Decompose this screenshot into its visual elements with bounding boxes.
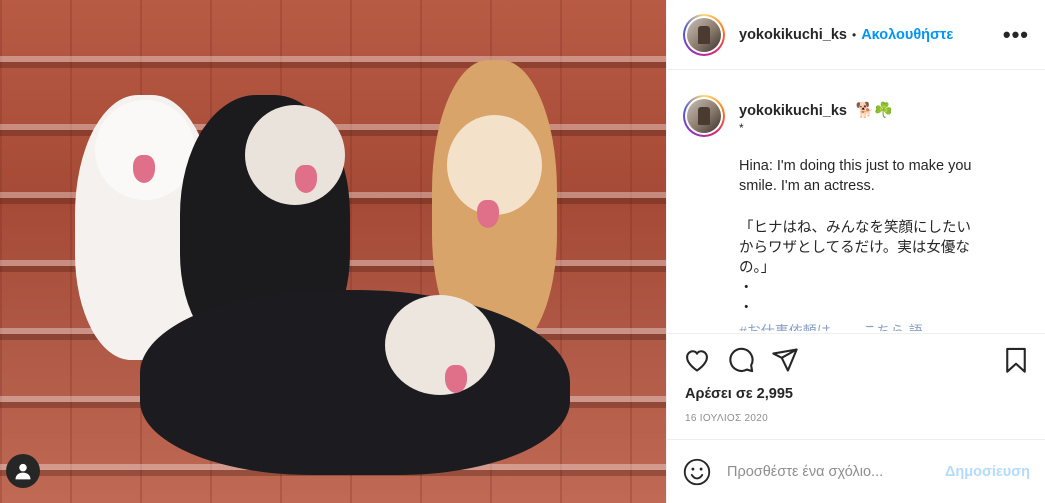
black-shiba-dog-lying (140, 290, 570, 475)
tagged-users-button[interactable] (6, 454, 40, 488)
author-username[interactable]: yokokikuchi_ks (739, 27, 847, 43)
bookmark-icon (1006, 347, 1026, 373)
save-button[interactable] (1002, 346, 1030, 374)
avatar-inner (685, 97, 723, 135)
caption-line: smile. I'm an actress. (739, 178, 875, 194)
emoji-button[interactable] (683, 458, 711, 486)
avatar-image (687, 17, 721, 52)
white-dog-face (95, 100, 195, 200)
avatar-image (687, 99, 721, 133)
heart-icon (686, 350, 708, 372)
caption-author-avatar[interactable] (683, 95, 725, 137)
caption-star: * (739, 121, 744, 135)
caption-hashtags[interactable]: #お仕事依頼は…… こちら 語 (739, 323, 1029, 331)
caption-area: yokokikuchi_ks 🐕☘️ * Hina: I'm doing thi… (667, 70, 1045, 332)
like-button[interactable] (683, 346, 711, 374)
share-button[interactable] (771, 346, 799, 374)
action-bar (667, 334, 1045, 386)
post-actions-section: Αρέσει σε 2,995 16 ΙΟΥΛΙΟΣ 2020 (667, 333, 1045, 424)
caption-line: Hina: I'm doing this just to make you (739, 158, 972, 174)
black-dog-face (245, 105, 345, 205)
comment-input[interactable] (727, 463, 945, 480)
post-container: yokokikuchi_ks • Ακολουθήστε ••• yokokik… (0, 0, 1045, 503)
comment-box: Δημοσίευση (667, 439, 1045, 503)
caption-line: からワザとしてるだけ。実は女優な (739, 240, 970, 256)
author-avatar[interactable] (683, 13, 725, 56)
caption-line: 「ヒナはね、みんなを笑顔にしたい (739, 220, 971, 236)
post-comment-button[interactable]: Δημοσίευση (945, 464, 1030, 480)
caption-japanese: 「ヒナはね、みんなを笑顔にしたい からワザとしてるだけ。実は女優な の。」 ・ … (739, 218, 1029, 318)
white-dog-mouth (133, 155, 155, 183)
share-icon (772, 348, 798, 372)
caption-emoji: 🐕☘️ (855, 102, 893, 119)
caption-text: yokokikuchi_ks 🐕☘️ * Hina: I'm doing thi… (739, 95, 1029, 332)
more-icon[interactable]: ••• (1003, 23, 1029, 46)
avatar-inner (685, 15, 723, 54)
tan-dog-face (447, 115, 542, 215)
follow-button[interactable]: Ακολουθήστε (861, 27, 953, 43)
caption-line: の。」 (739, 260, 776, 276)
likes-count[interactable]: Αρέσει σε 2,995 (667, 386, 1045, 402)
user-icon (15, 463, 31, 480)
lying-dog-tongue (445, 365, 467, 393)
caption-english: Hina: I'm doing this just to make you sm… (739, 156, 1029, 196)
post-photo[interactable] (0, 0, 666, 503)
post-date[interactable]: 16 ΙΟΥΛΙΟΣ 2020 (667, 413, 1045, 424)
caption-dot: ・ (739, 280, 754, 296)
post-header: yokokikuchi_ks • Ακολουθήστε ••• (667, 0, 1045, 70)
smiley-icon (683, 458, 711, 485)
tan-dog-tongue (477, 200, 499, 228)
lying-dog-face (385, 295, 495, 395)
comment-icon (729, 347, 754, 373)
comment-button[interactable] (727, 346, 755, 374)
separator-dot: • (852, 27, 857, 42)
post-sidebar: yokokikuchi_ks • Ακολουθήστε ••• yokokik… (666, 0, 1045, 503)
caption-username[interactable]: yokokikuchi_ks (739, 103, 847, 119)
caption-dot: ・ (739, 300, 754, 316)
black-dog-tongue (295, 165, 317, 193)
